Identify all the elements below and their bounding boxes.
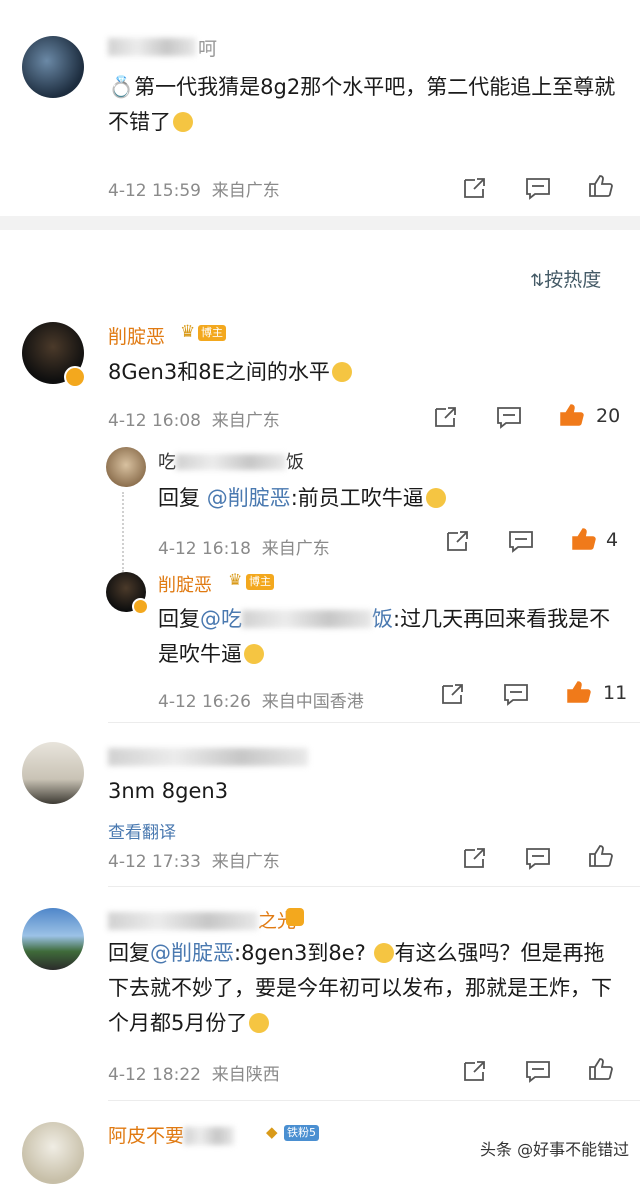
comment-icon[interactable] (525, 176, 551, 200)
timestamp: 4-12 15:59 来自广东 (108, 181, 280, 201)
like-icon[interactable] (588, 844, 614, 868)
share-icon[interactable] (445, 529, 471, 553)
blogger-badge: 博主 (246, 574, 274, 590)
username[interactable]: 削腚恶 (158, 571, 212, 597)
fan-badge: 铁粉5 (284, 1125, 319, 1141)
doge-emoji-icon (244, 644, 264, 664)
separator (108, 1100, 640, 1101)
timestamp: 4-12 16:08 来自广东 (108, 411, 280, 431)
username[interactable]: 吃饭 (158, 448, 304, 474)
username[interactable]: 削腚恶 (108, 322, 165, 349)
share-icon[interactable] (433, 405, 459, 429)
doge-emoji-icon (425, 488, 446, 508)
diamond-icon: ◆ (266, 1123, 278, 1141)
avatar[interactable] (106, 447, 146, 487)
like-icon-active[interactable] (559, 403, 585, 427)
verified-icon (132, 598, 149, 615)
section-divider (0, 216, 640, 230)
laughing-emoji-icon (249, 1013, 270, 1033)
mention-link[interactable]: @削腚恶 (207, 486, 291, 510)
mention-link[interactable]: @削腚恶 (150, 941, 234, 965)
timestamp: 4-12 17:33 来自广东 (108, 852, 280, 872)
username-redacted (184, 1127, 235, 1145)
sort-icon: ⇅ (530, 271, 545, 291)
thinking-emoji-icon (173, 112, 193, 132)
avatar[interactable] (22, 1122, 84, 1184)
separator (108, 722, 640, 723)
sort-by-popularity[interactable]: ⇅按热度 (530, 265, 601, 292)
laughing-emoji-icon (374, 943, 395, 963)
translate-link[interactable]: 查看翻译 (108, 818, 176, 843)
comment-text: 💍第一代我猜是8g2那个水平吧，第二代能追上至尊就不错了 (108, 75, 616, 134)
username-redacted (108, 912, 258, 930)
crown-icon: ♛ (180, 322, 196, 342)
timestamp: 4-12 18:22 来自陕西 (108, 1065, 280, 1085)
comment-icon[interactable] (525, 846, 551, 870)
thread-line (122, 492, 124, 572)
like-count: 4 (606, 529, 619, 551)
mention-redacted (242, 610, 372, 628)
username-redacted (108, 748, 308, 766)
like-count: 20 (596, 405, 621, 427)
comment-text: 3nm 8gen3 (108, 779, 229, 803)
reply-text: 回复@吃 饭:过几天再回来看我是不是吹牛逼 (158, 607, 611, 666)
comment-icon[interactable] (503, 682, 529, 706)
timestamp: 4-12 16:18 来自广东 (158, 539, 330, 559)
avatar[interactable] (22, 742, 84, 804)
like-icon[interactable] (588, 174, 614, 198)
share-icon[interactable] (462, 1059, 488, 1083)
comment-text: 回复@削腚恶:8gen3到8e? 有这么强吗？但是再拖下去就不妙了，要是今年初可… (108, 941, 612, 1035)
username[interactable]: 之光 (108, 906, 296, 933)
crown-icon: ♛ (228, 570, 243, 589)
blogger-badge: 博主 (198, 325, 226, 341)
like-icon-active[interactable] (571, 527, 597, 551)
comment-icon[interactable] (508, 529, 534, 553)
avatar[interactable] (22, 908, 84, 970)
comment-text: 8Gen3和8E之间的水平 (108, 355, 352, 390)
like-icon[interactable] (588, 1057, 614, 1081)
avatar[interactable] (22, 36, 84, 98)
username[interactable]: 呵 (198, 34, 217, 61)
like-count: 11 (603, 682, 628, 704)
watermark: 头条 @好事不能错过 (476, 1134, 634, 1162)
separator (108, 886, 640, 887)
ring-icon: 💍 (108, 75, 135, 99)
share-icon[interactable] (462, 176, 488, 200)
timestamp: 4-12 16:26 来自中国香港 (158, 692, 364, 712)
username-redacted (108, 38, 196, 56)
share-icon[interactable] (440, 682, 466, 706)
share-icon[interactable] (462, 846, 488, 870)
fan-badge-icon (286, 908, 304, 926)
username[interactable]: 阿皮不要 (108, 1121, 235, 1148)
doge-emoji-icon (331, 362, 352, 382)
reply-text: 回复 @削腚恶:前员工吹牛逼 (158, 481, 446, 516)
comment-icon[interactable] (496, 405, 522, 429)
username-redacted (176, 454, 286, 470)
comment-icon[interactable] (525, 1059, 551, 1083)
mention-link[interactable]: @吃饭 (200, 607, 393, 631)
verified-icon (64, 366, 86, 388)
like-icon-active[interactable] (566, 680, 592, 704)
